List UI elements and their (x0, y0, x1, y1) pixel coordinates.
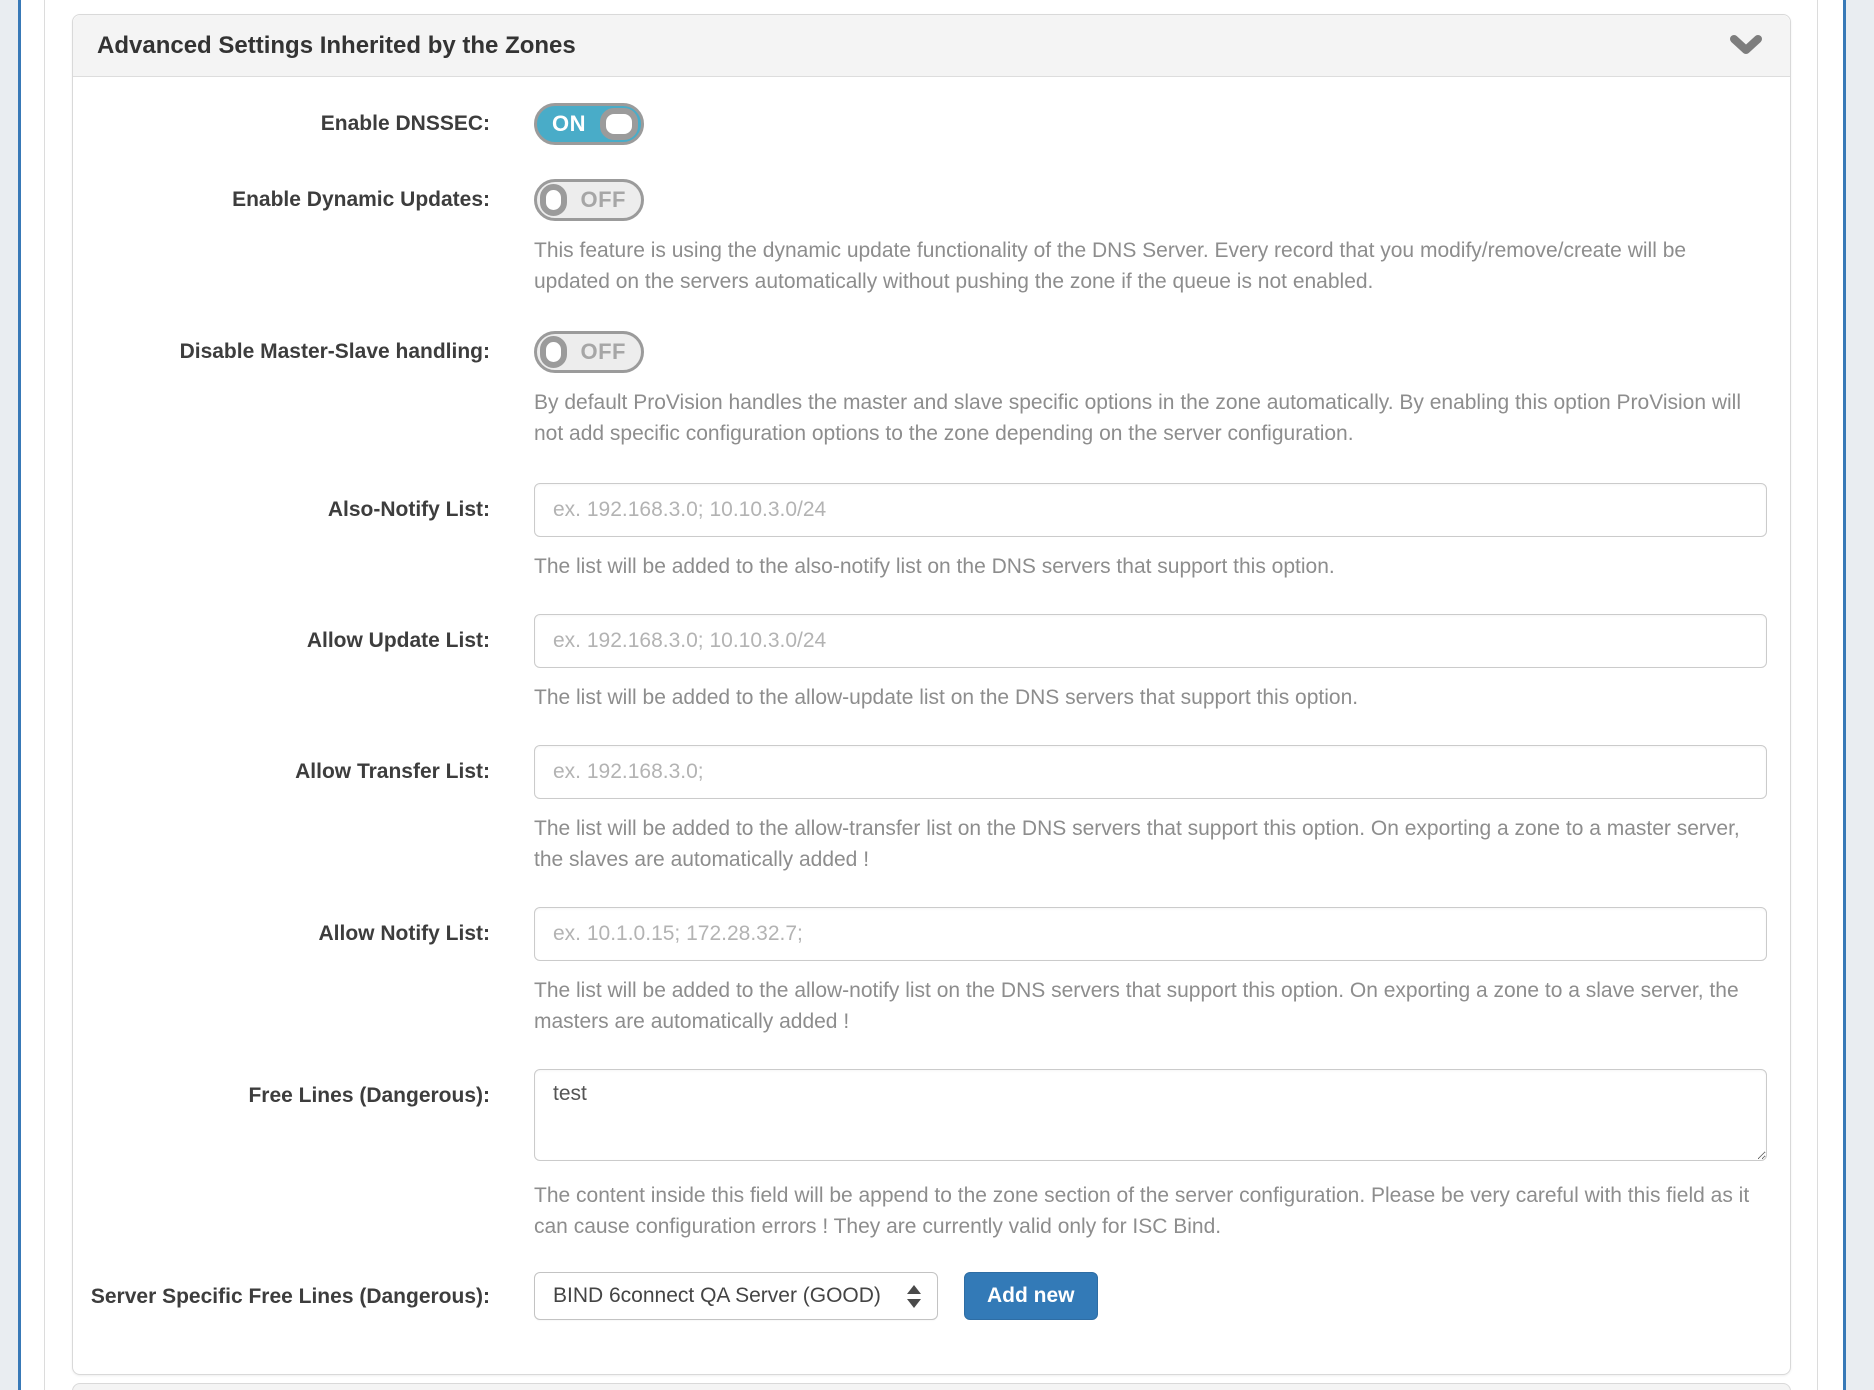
allow-transfer-label: Allow Transfer List: (73, 745, 534, 875)
panel-title: Advanced Settings Inherited by the Zones (97, 32, 576, 60)
row-server-specific: Server Specific Free Lines (Dangerous): … (73, 1272, 1790, 1320)
collapsed-section-header[interactable] (72, 1383, 1791, 1390)
allow-notify-input[interactable] (534, 907, 1767, 961)
app-frame: Advanced Settings Inherited by the Zones… (18, 0, 1846, 1390)
also-notify-label: Also-Notify List: (73, 483, 534, 582)
dynamic-updates-label: Enable Dynamic Updates: (73, 179, 534, 297)
server-select[interactable]: BIND 6connect QA Server (GOOD) (534, 1272, 938, 1320)
panel-header[interactable]: Advanced Settings Inherited by the Zones (73, 15, 1790, 77)
allow-update-input[interactable] (534, 614, 1767, 668)
row-dynamic-updates: Enable Dynamic Updates: OFF This feature… (73, 179, 1790, 297)
allow-update-label: Allow Update List: (73, 614, 534, 713)
free-lines-help: The content inside this field will be ap… (534, 1180, 1767, 1242)
master-slave-label: Disable Master-Slave handling: (73, 331, 534, 449)
content-frame: Advanced Settings Inherited by the Zones… (44, 0, 1818, 1390)
toggle-knob (600, 108, 638, 140)
row-free-lines: Free Lines (Dangerous): test The content… (73, 1069, 1790, 1242)
row-allow-transfer: Allow Transfer List: The list will be ad… (73, 745, 1790, 875)
allow-transfer-help: The list will be added to the allow-tran… (534, 813, 1767, 875)
toggle-state-label: ON (552, 111, 586, 137)
enable-dnssec-label: Enable DNSSEC: (73, 103, 534, 145)
allow-notify-label: Allow Notify List: (73, 907, 534, 1037)
dynamic-updates-toggle[interactable]: OFF (534, 179, 644, 221)
allow-notify-help: The list will be added to the allow-noti… (534, 975, 1767, 1037)
server-specific-label: Server Specific Free Lines (Dangerous): (73, 1272, 534, 1320)
row-allow-update: Allow Update List: The list will be adde… (73, 614, 1790, 713)
allow-update-help: The list will be added to the allow-upda… (534, 682, 1767, 713)
row-allow-notify: Allow Notify List: The list will be adde… (73, 907, 1790, 1037)
select-arrows-icon (907, 1285, 921, 1308)
toggle-state-label: OFF (581, 187, 627, 213)
row-enable-dnssec: Enable DNSSEC: ON (73, 103, 1790, 145)
add-new-button[interactable]: Add new (964, 1272, 1098, 1320)
also-notify-input[interactable] (534, 483, 1767, 537)
free-lines-textarea[interactable]: test (534, 1069, 1767, 1161)
enable-dnssec-toggle[interactable]: ON (534, 103, 644, 145)
toggle-knob (540, 184, 567, 216)
panel-body: Enable DNSSEC: ON Enable Dynamic Updates… (73, 77, 1790, 1374)
also-notify-help: The list will be added to the also-notif… (534, 551, 1767, 582)
dynamic-updates-help: This feature is using the dynamic update… (534, 235, 1767, 297)
master-slave-help: By default ProVision handles the master … (534, 387, 1767, 449)
advanced-settings-panel: Advanced Settings Inherited by the Zones… (72, 14, 1791, 1375)
server-select-value: BIND 6connect QA Server (GOOD) (553, 1284, 907, 1308)
chevron-down-icon[interactable] (1730, 35, 1762, 57)
master-slave-toggle[interactable]: OFF (534, 331, 644, 373)
row-master-slave: Disable Master-Slave handling: OFF By de… (73, 331, 1790, 449)
free-lines-label: Free Lines (Dangerous): (73, 1069, 534, 1242)
toggle-knob (540, 336, 567, 368)
row-also-notify: Also-Notify List: The list will be added… (73, 483, 1790, 582)
allow-transfer-input[interactable] (534, 745, 1767, 799)
toggle-state-label: OFF (581, 339, 627, 365)
